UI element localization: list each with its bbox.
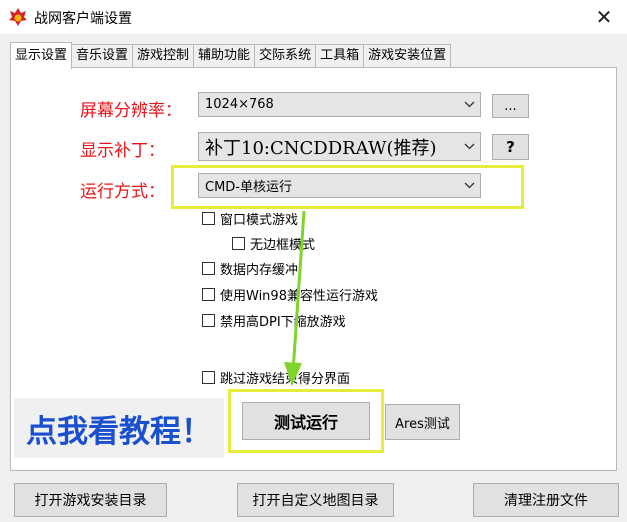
patch-value: 补丁10:CNCDDRAW(推荐) [205, 137, 437, 159]
checkbox-box [202, 288, 215, 301]
patch-help-button[interactable]: ? [492, 134, 529, 160]
chevron-down-icon [458, 174, 480, 197]
close-icon[interactable]: ✕ [581, 0, 627, 34]
skip-score-checkbox[interactable]: 跳过游戏结束得分界面 [202, 368, 350, 387]
resolution-value: 1024×768 [205, 97, 274, 112]
tab-assist[interactable]: 辅助功能 [194, 44, 256, 68]
chevron-down-icon [458, 133, 480, 160]
tab-bar: 显示设置 音乐设置 游戏控制 辅助功能 交际系统 工具箱 游戏安装位置 [10, 42, 452, 69]
disable-dpi-checkbox[interactable]: 禁用高DPI下缩放游戏 [202, 311, 346, 330]
resolution-label: 屏幕分辨率： [80, 101, 182, 121]
tab-display[interactable]: 显示设置 [10, 42, 73, 69]
tab-social[interactable]: 交际系统 [255, 44, 317, 68]
resolution-more-button[interactable]: ... [492, 94, 529, 118]
window-mode-checkbox[interactable]: 窗口模式游戏 [202, 209, 298, 228]
run-mode-label: 运行方式： [80, 182, 165, 202]
open-install-dir-button[interactable]: 打开游戏安装目录 [14, 483, 167, 517]
run-mode-select[interactable]: CMD-单核运行 [198, 173, 481, 198]
borderless-label: 无边框模式 [250, 238, 316, 253]
tab-game-control[interactable]: 游戏控制 [133, 44, 195, 68]
data-cache-checkbox[interactable]: 数据内存缓冲 [202, 259, 298, 278]
checkbox-box [202, 262, 215, 275]
clean-registry-button[interactable]: 清理注册文件 [473, 483, 619, 517]
window-title: 战网客户端设置 [34, 11, 132, 27]
win98-checkbox[interactable]: 使用Win98兼容性运行游戏 [202, 285, 378, 304]
checkbox-box [232, 237, 245, 250]
tab-toolbox[interactable]: 工具箱 [316, 44, 365, 68]
flame-icon [9, 8, 27, 26]
ares-test-button[interactable]: Ares测试 [385, 404, 460, 440]
open-maps-dir-button[interactable]: 打开自定义地图目录 [237, 483, 394, 517]
window-mode-label: 窗口模式游戏 [220, 213, 299, 228]
disable-dpi-label: 禁用高DPI下缩放游戏 [220, 315, 346, 330]
tab-music[interactable]: 音乐设置 [72, 44, 134, 68]
chevron-down-icon [458, 93, 480, 116]
data-cache-label: 数据内存缓冲 [220, 263, 299, 278]
skip-score-label: 跳过游戏结束得分界面 [220, 372, 351, 387]
borderless-checkbox[interactable]: 无边框模式 [232, 234, 315, 253]
title-bar: 战网客户端设置 ✕ [0, 0, 627, 34]
resolution-select[interactable]: 1024×768 [198, 92, 481, 117]
tab-install-location[interactable]: 游戏安装位置 [364, 44, 452, 68]
test-run-button[interactable]: 测试运行 [242, 402, 370, 440]
win98-label: 使用Win98兼容性运行游戏 [220, 289, 378, 304]
tutorial-link[interactable]: 点我看教程！ [14, 398, 224, 458]
patch-select[interactable]: 补丁10:CNCDDRAW(推荐) [198, 132, 481, 161]
patch-label: 显示补丁： [80, 141, 165, 161]
checkbox-box [202, 371, 215, 384]
checkbox-box [202, 212, 215, 225]
checkbox-box [202, 314, 215, 327]
run-mode-value: CMD-单核运行 [205, 180, 292, 195]
